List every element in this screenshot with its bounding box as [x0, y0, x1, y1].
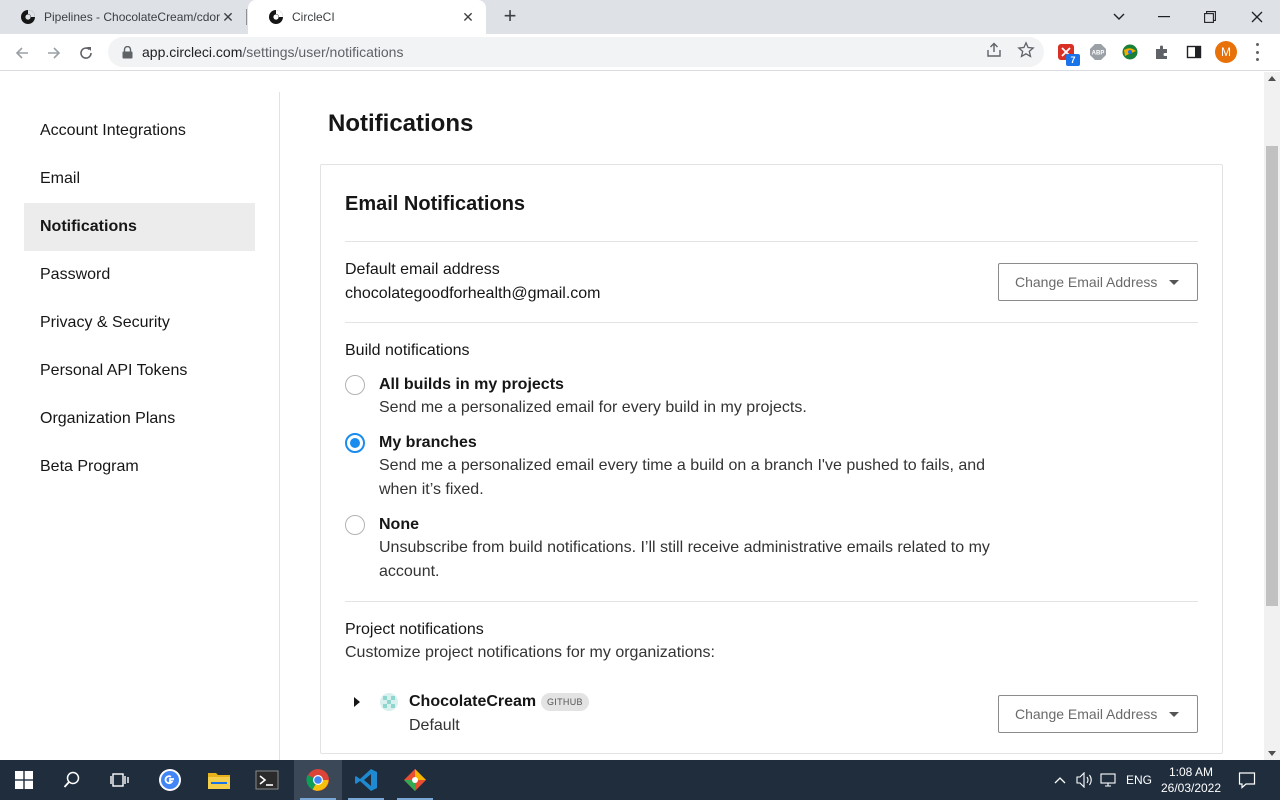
system-clock[interactable]: 1:08 AM 26/03/2022: [1158, 764, 1224, 796]
divider: [345, 322, 1198, 323]
radio-all-builds[interactable]: [345, 375, 365, 395]
tab-title: CircleCI: [292, 10, 335, 24]
radio-my-branches[interactable]: [345, 433, 365, 453]
restore-icon[interactable]: [1197, 4, 1223, 30]
option-title: All builds in my projects: [379, 376, 564, 393]
minimize-icon[interactable]: [1151, 4, 1177, 30]
build-notifications-label: Build notifications: [345, 342, 470, 359]
browser-toolbar: app.circleci.com/settings/user/notificat…: [0, 34, 1280, 71]
sidebar-item-organization-plans[interactable]: Organization Plans: [24, 395, 255, 443]
org-change-email-dropdown[interactable]: Change Email Address: [998, 695, 1198, 733]
extension-count-badge: 7: [1066, 54, 1080, 66]
windows-taskbar: ENG 1:08 AM 26/03/2022: [0, 760, 1280, 800]
tab-title: Pipelines - ChocolateCream/cdor: [44, 10, 220, 24]
page-scrollbar[interactable]: [1264, 72, 1280, 760]
scroll-up-arrow-icon[interactable]: [1268, 76, 1276, 81]
org-name: ChocolateCream: [409, 693, 537, 710]
notification-center-icon[interactable]: [1238, 760, 1256, 800]
file-explorer-icon[interactable]: [195, 760, 243, 800]
tab-pipelines[interactable]: Pipelines - ChocolateCream/cdor ✕: [0, 0, 246, 34]
git-tool-icon[interactable]: [391, 760, 439, 800]
star-icon[interactable]: [1017, 41, 1035, 59]
caret-down-icon: [1169, 280, 1179, 285]
new-tab-button[interactable]: +: [498, 5, 522, 29]
settings-sidebar: Account Integrations Email Notifications…: [0, 92, 280, 760]
page-title: Notifications: [328, 110, 474, 137]
address-bar[interactable]: app.circleci.com/settings/user/notificat…: [108, 37, 1044, 67]
vscode-icon[interactable]: [342, 760, 390, 800]
tab-separator: [246, 9, 247, 25]
org-avatar: [380, 693, 398, 711]
default-email-label: Default email address: [345, 261, 500, 278]
scroll-thumb[interactable]: [1266, 146, 1278, 606]
dropdown-label: Change Email Address: [1015, 274, 1158, 290]
tab-search-chevron-icon[interactable]: [1106, 4, 1132, 30]
project-notifications-label: Project notifications: [345, 621, 484, 638]
dropdown-label: Change Email Address: [1015, 706, 1158, 722]
option-description: Send me a personalized email every time …: [379, 457, 986, 498]
tab-circleci[interactable]: CircleCI ✕: [248, 0, 486, 34]
divider: [345, 241, 1198, 242]
sidebar-item-email[interactable]: Email: [24, 155, 255, 203]
show-hidden-icons-chevron-icon[interactable]: [1054, 760, 1066, 800]
sidebar-item-password[interactable]: Password: [24, 251, 255, 299]
change-email-dropdown[interactable]: Change Email Address: [998, 263, 1198, 301]
radio-none[interactable]: [345, 515, 365, 535]
more-menu-icon[interactable]: [1251, 43, 1263, 61]
windows-start-icon[interactable]: [0, 760, 48, 800]
sidebar-item-beta-program[interactable]: Beta Program: [24, 443, 255, 491]
circleci-icon: [269, 10, 283, 24]
back-arrow-icon[interactable]: [10, 41, 34, 65]
search-icon[interactable]: [48, 760, 96, 800]
terminal-icon[interactable]: [243, 760, 291, 800]
sidebar-item-privacy-security[interactable]: Privacy & Security: [24, 299, 255, 347]
svg-text:ABP: ABP: [1092, 51, 1105, 57]
app-g-icon[interactable]: [146, 760, 194, 800]
lock-icon: [122, 45, 136, 59]
volume-icon[interactable]: [1076, 760, 1094, 800]
chrome-icon[interactable]: [294, 760, 342, 800]
network-icon[interactable]: [1100, 760, 1118, 800]
project-notifications-description: Customize project notifications for my o…: [345, 644, 715, 661]
divider: [345, 601, 1198, 602]
input-language[interactable]: ENG: [1126, 760, 1152, 800]
url-path: /settings/user/notifications: [242, 44, 404, 60]
adblock-icon[interactable]: ABP: [1088, 42, 1108, 62]
forward-arrow-icon[interactable]: [42, 41, 66, 65]
close-window-icon[interactable]: [1244, 4, 1270, 30]
profile-avatar[interactable]: M: [1215, 41, 1237, 63]
share-icon[interactable]: [985, 41, 1003, 59]
sidebar-item-account-integrations[interactable]: Account Integrations: [24, 107, 255, 155]
close-icon[interactable]: ✕: [460, 9, 476, 25]
globe-extension-icon[interactable]: [1120, 42, 1140, 62]
reload-icon[interactable]: [74, 41, 98, 65]
sidebar-item-personal-api-tokens[interactable]: Personal API Tokens: [24, 347, 255, 395]
page-content: Account Integrations Email Notifications…: [0, 72, 1264, 760]
circleci-icon: [21, 10, 35, 24]
clock-time: 1:08 AM: [1168, 765, 1214, 779]
card-title: Email Notifications: [345, 193, 526, 215]
clock-date: 26/03/2022: [1160, 781, 1222, 795]
email-notifications-card: Email Notifications Default email addres…: [320, 164, 1223, 754]
org-setting: Default: [409, 717, 460, 734]
scroll-down-arrow-icon[interactable]: [1268, 751, 1276, 756]
puzzle-icon[interactable]: [1152, 42, 1172, 62]
option-title: None: [379, 516, 419, 533]
option-description: Send me a personalized email for every b…: [379, 399, 807, 416]
default-email-value: chocolategoodforhealth@gmail.com: [345, 285, 601, 302]
caret-down-icon: [1169, 712, 1179, 717]
side-panel-icon[interactable]: [1184, 42, 1204, 62]
close-icon[interactable]: ✕: [220, 9, 236, 25]
sidebar-item-notifications[interactable]: Notifications: [24, 203, 255, 251]
task-view-icon[interactable]: [96, 760, 144, 800]
option-title: My branches: [379, 434, 477, 451]
tab-strip: Pipelines - ChocolateCream/cdor ✕ Circle…: [0, 0, 1280, 34]
vcs-badge: GITHUB: [541, 693, 589, 711]
url-host: app.circleci.com: [142, 44, 243, 60]
option-description: Unsubscribe from build notifications. I’…: [379, 539, 990, 580]
expand-arrow-icon[interactable]: [354, 697, 360, 707]
